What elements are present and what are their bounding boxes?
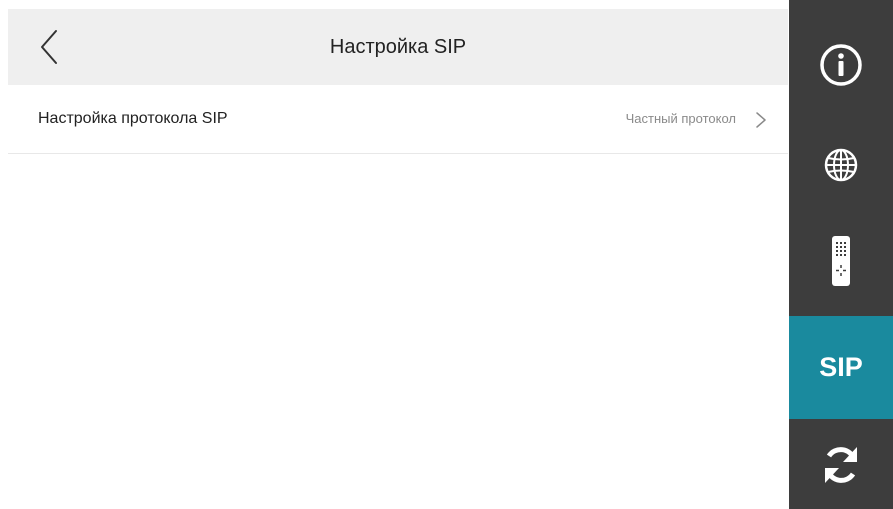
refresh-icon	[825, 447, 857, 483]
sip-label: SIP	[819, 352, 863, 382]
sip-protocol-setting-row[interactable]: Настройка протокола SIP Частный протокол	[8, 85, 788, 154]
sidebar-item-network[interactable]	[789, 130, 893, 200]
info-icon	[820, 44, 862, 86]
sidebar-item-sip[interactable]: SIP	[789, 316, 893, 419]
remote-control-icon	[832, 236, 850, 286]
page-title: Настройка SIP	[329, 36, 467, 58]
sidebar-item-refresh[interactable]	[789, 430, 893, 500]
sidebar-nav: SIP	[789, 0, 893, 509]
main-panel: Настройка SIP Настройка протокола SIP Ча…	[8, 9, 788, 509]
header-bar: Настройка SIP	[8, 9, 788, 85]
sidebar-item-remote[interactable]	[789, 226, 893, 296]
chevron-right-icon	[756, 112, 766, 128]
globe-icon	[824, 148, 858, 182]
setting-value: Частный протокол	[625, 111, 736, 126]
setting-label: Настройка протокола SIP	[38, 110, 228, 127]
sidebar-item-info[interactable]	[789, 30, 893, 100]
